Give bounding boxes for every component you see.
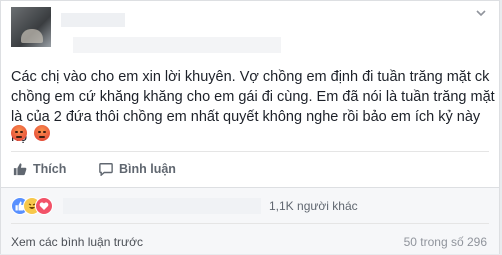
reactor-names-redacted[interactable]: [63, 198, 261, 214]
post-text: Các chị vào cho em xin lời khuyên. Vợ ch…: [11, 69, 495, 145]
avatar[interactable]: [11, 7, 51, 47]
comment-label: Bình luận: [119, 162, 176, 176]
chevron-down-icon[interactable]: [475, 7, 487, 19]
comment-icon: [99, 163, 113, 176]
like-button[interactable]: Thích: [13, 155, 66, 183]
view-previous-comments-link[interactable]: Xem các bình luận trước: [11, 235, 143, 249]
divider: [1, 187, 499, 188]
action-bar: Thích Bình luận: [11, 155, 491, 183]
post-emojis: [11, 125, 53, 143]
comment-button[interactable]: Bình luận: [99, 155, 176, 183]
reactions-count[interactable]: 1,1K người khác: [269, 198, 358, 214]
divider: [11, 223, 489, 224]
like-label: Thích: [33, 162, 67, 176]
author-subtitle-redacted: [73, 37, 281, 53]
reactions-summary[interactable]: 1,1K người khác: [11, 195, 491, 215]
divider: [11, 151, 489, 152]
angry-face-icon: [11, 125, 27, 141]
comment-count: 50 trong số 296: [403, 235, 487, 249]
angry-face-icon: [34, 125, 51, 141]
author-name-redacted[interactable]: [61, 13, 125, 27]
love-icon: [35, 197, 53, 215]
post-card: Các chị vào cho em xin lời khuyên. Vợ ch…: [0, 0, 500, 254]
thumbs-up-icon: [13, 163, 27, 176]
post-header: [11, 7, 491, 55]
